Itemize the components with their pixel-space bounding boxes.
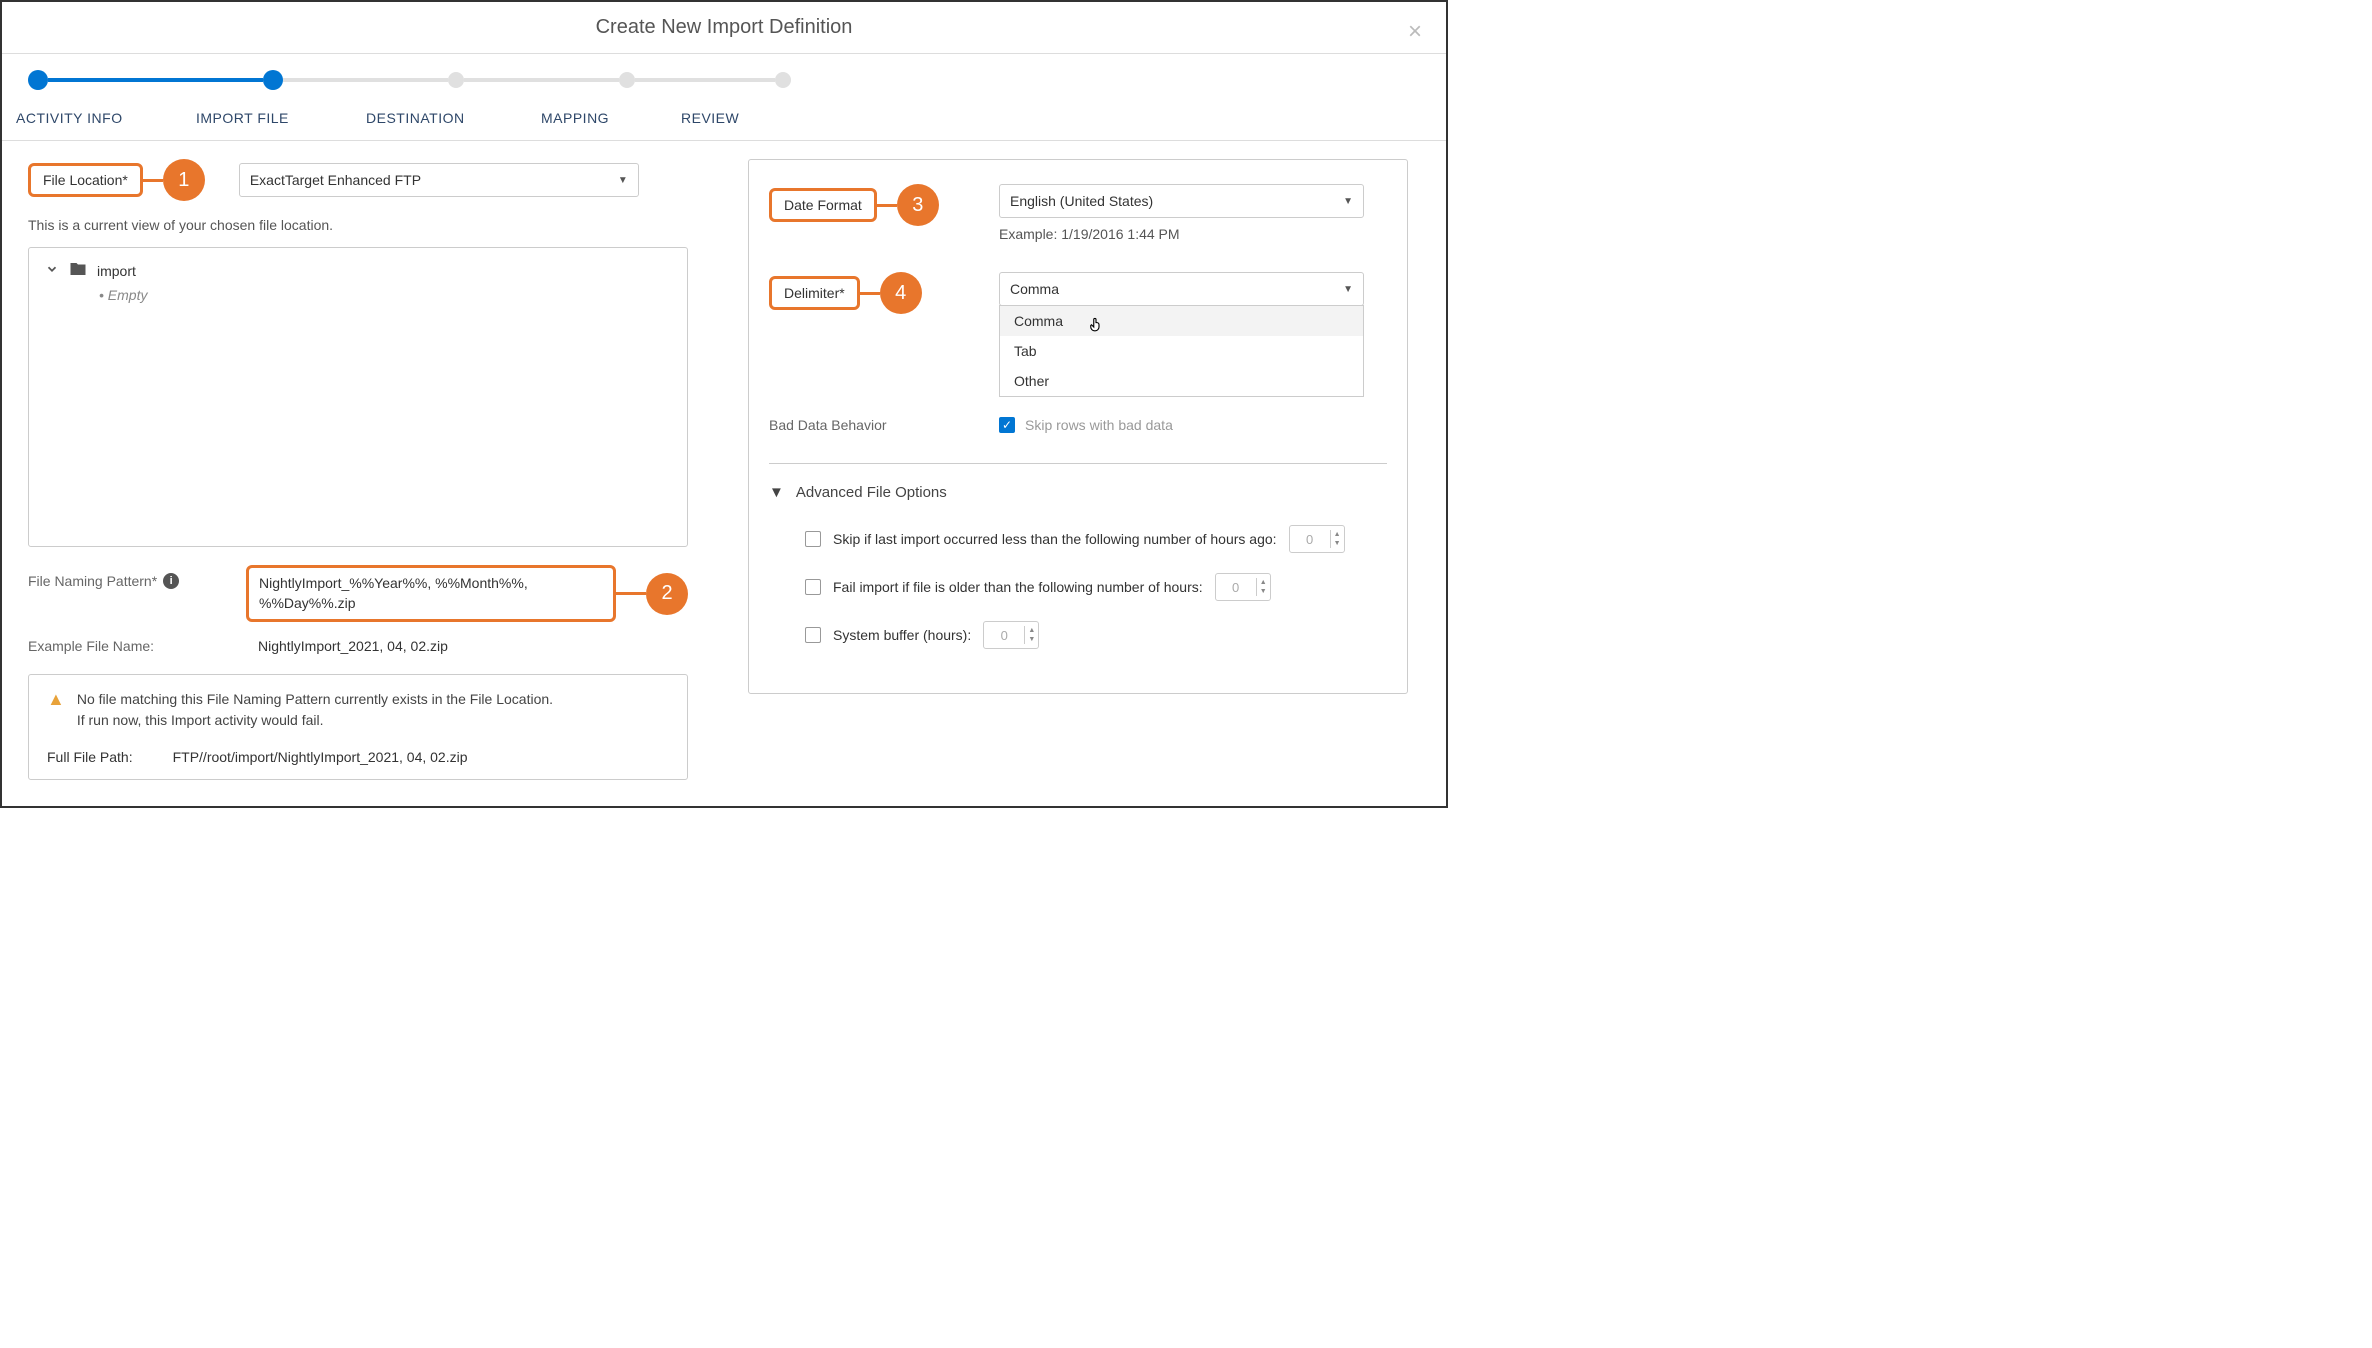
step-dot-review[interactable]	[775, 72, 791, 88]
step-dot-activity-info[interactable]	[28, 70, 48, 90]
tree-root-row[interactable]: import	[45, 260, 671, 281]
file-location-select[interactable]: ExactTarget Enhanced FTP ▼	[239, 163, 639, 197]
callout-connector	[143, 179, 163, 182]
bad-data-checkbox[interactable]: ✓	[999, 417, 1015, 433]
file-location-value: ExactTarget Enhanced FTP	[250, 172, 421, 188]
step-label-mapping: MAPPING	[541, 110, 681, 126]
info-icon[interactable]: i	[163, 573, 179, 589]
delimiter-option-comma[interactable]: Comma	[1000, 306, 1363, 336]
bad-data-value: Skip rows with bad data	[1025, 417, 1173, 433]
step-dot-mapping[interactable]	[619, 72, 635, 88]
adv-buffer-label: System buffer (hours):	[833, 627, 971, 643]
adv-buffer-row: System buffer (hours): 0 ▲▼	[805, 621, 1387, 649]
delimiter-select[interactable]: Comma ▼	[999, 272, 1364, 306]
date-format-value: English (United States)	[1010, 193, 1153, 209]
chevron-down-icon: ▼	[1343, 196, 1353, 207]
callout-connector	[860, 292, 880, 295]
delimiter-label: Delimiter*	[784, 285, 845, 301]
chevron-down-icon: ▼	[618, 175, 628, 186]
chevron-down-icon: ▼	[1343, 284, 1353, 295]
example-file-row: Example File Name: NightlyImport_2021, 0…	[28, 638, 688, 654]
modal-body: File Location* 1 ExactTarget Enhanced FT…	[2, 141, 1446, 806]
file-location-label: File Location*	[43, 172, 128, 188]
callout-1: 1	[163, 159, 205, 201]
delimiter-option-other[interactable]: Other	[1000, 366, 1363, 396]
adv-fail-hours-row: Fail import if file is older than the fo…	[805, 573, 1387, 601]
right-column: Date Format 3 English (United States) ▼ …	[748, 159, 1408, 780]
step-dot-import-file[interactable]	[263, 70, 283, 90]
adv-fail-label: Fail import if file is older than the fo…	[833, 579, 1203, 595]
advanced-options-header[interactable]: ▼ Advanced File Options	[769, 484, 1387, 501]
full-path-row: Full File Path: FTP//root/import/Nightly…	[47, 749, 669, 765]
step-labels: ACTIVITY INFO IMPORT FILE DESTINATION MA…	[2, 100, 1446, 140]
date-format-select[interactable]: English (United States) ▼	[999, 184, 1364, 218]
bad-data-row: Bad Data Behavior ✓ Skip rows with bad d…	[769, 417, 1387, 433]
callout-date-format: Date Format	[769, 188, 877, 222]
tree-root-label: import	[97, 263, 136, 279]
adv-buffer-input[interactable]: 0 ▲▼	[983, 621, 1039, 649]
file-naming-row: File Naming Pattern* i NightlyImport_%%Y…	[28, 565, 688, 622]
adv-skip-checkbox[interactable]	[805, 531, 821, 547]
step-label-review: REVIEW	[681, 110, 781, 126]
step-dot-destination[interactable]	[448, 72, 464, 88]
step-label-activity-info: ACTIVITY INFO	[16, 110, 196, 126]
cursor-icon	[1087, 314, 1105, 339]
full-path-value: FTP//root/import/NightlyImport_2021, 04,…	[173, 749, 468, 765]
file-tree: import • Empty	[28, 247, 688, 547]
modal-dialog: Create New Import Definition × ACTIVITY …	[0, 0, 1448, 808]
delimiter-value: Comma	[1010, 281, 1059, 297]
callout-file-location: File Location*	[28, 163, 143, 197]
divider	[769, 463, 1387, 464]
example-file-label: Example File Name:	[28, 638, 258, 654]
modal-title: Create New Import Definition	[2, 2, 1446, 53]
callout-delimiter: Delimiter*	[769, 276, 860, 310]
warning-text: No file matching this File Naming Patter…	[77, 689, 553, 731]
right-panel: Date Format 3 English (United States) ▼ …	[748, 159, 1408, 694]
example-file-value: NightlyImport_2021, 04, 02.zip	[258, 638, 448, 654]
delimiter-option-tab[interactable]: Tab	[1000, 336, 1363, 366]
step-line	[48, 78, 263, 82]
bad-data-label: Bad Data Behavior	[769, 417, 887, 433]
adv-skip-label: Skip if last import occurred less than t…	[833, 531, 1277, 547]
date-format-example: Example: 1/19/2016 1:44 PM	[999, 226, 1387, 242]
advanced-options-title: Advanced File Options	[796, 484, 947, 501]
adv-skip-hours-row: Skip if last import occurred less than t…	[805, 525, 1387, 553]
stepper-dots	[28, 70, 791, 90]
chevron-down-icon: ▼	[769, 484, 784, 501]
date-format-row: Date Format 3 English (United States) ▼ …	[769, 184, 1387, 242]
chevron-down-icon	[45, 262, 59, 279]
file-location-row: File Location* 1 ExactTarget Enhanced FT…	[28, 159, 688, 201]
date-format-label: Date Format	[784, 197, 862, 213]
file-location-description: This is a current view of your chosen fi…	[28, 217, 688, 233]
warning-icon: ▲	[47, 689, 65, 710]
adv-fail-checkbox[interactable]	[805, 579, 821, 595]
step-line	[464, 78, 619, 82]
step-label-import-file: IMPORT FILE	[196, 110, 366, 126]
adv-buffer-checkbox[interactable]	[805, 627, 821, 643]
callout-3: 3	[897, 184, 939, 226]
left-column: File Location* 1 ExactTarget Enhanced FT…	[28, 159, 688, 780]
adv-fail-hours-input[interactable]: 0 ▲▼	[1215, 573, 1271, 601]
file-naming-label: File Naming Pattern*	[28, 573, 157, 589]
callout-4: 4	[880, 272, 922, 314]
step-line	[283, 78, 448, 82]
delimiter-row: Delimiter* 4 Comma ▼ Comma Tab	[769, 272, 1387, 397]
file-naming-input[interactable]: NightlyImport_%%Year%%, %%Month%%, %%Day…	[246, 565, 616, 622]
close-button[interactable]: ×	[1408, 18, 1422, 46]
wizard-stepper	[2, 54, 1446, 100]
step-label-destination: DESTINATION	[366, 110, 541, 126]
adv-skip-hours-input[interactable]: 0 ▲▼	[1289, 525, 1345, 553]
warning-box: ▲ No file matching this File Naming Patt…	[28, 674, 688, 780]
step-line	[635, 78, 775, 82]
full-path-label: Full File Path:	[47, 749, 133, 765]
tree-empty: • Empty	[99, 287, 671, 303]
callout-2: 2	[646, 573, 688, 615]
callout-connector	[616, 592, 646, 595]
callout-connector	[877, 204, 897, 207]
folder-icon	[69, 260, 87, 281]
delimiter-dropdown: Comma Tab Other	[999, 305, 1364, 397]
